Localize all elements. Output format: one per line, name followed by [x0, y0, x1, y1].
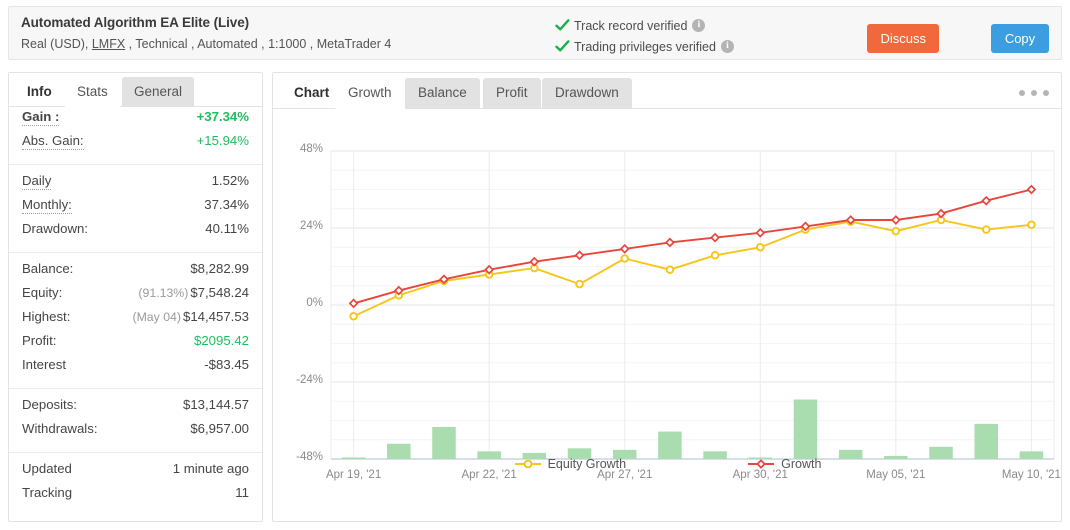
- tab-growth[interactable]: Growth: [335, 78, 405, 109]
- legend-swatch-growth: [748, 459, 775, 469]
- growth-chart: 48% 24% 0% -24% -48% Apr 19, '21 Apr 22, '21 A…: [273, 109, 1063, 521]
- page-title: Automated Algorithm EA Elite (Live): [21, 15, 250, 30]
- legend-swatch-equity-growth: [514, 459, 541, 469]
- broker-link[interactable]: LMFX: [92, 37, 125, 51]
- account-meta-post: , Technical , Automated , 1:1000 , MetaT…: [125, 37, 392, 51]
- verification-item: Trading privileges verified i: [555, 37, 734, 56]
- stat-label[interactable]: Monthly:: [22, 197, 72, 214]
- stat-label: Withdrawals:: [22, 421, 98, 436]
- stat-value: $14,457.53: [182, 309, 249, 324]
- stat-value: -$83.45: [204, 357, 249, 372]
- stat-value-note: (May 04): [132, 310, 181, 324]
- legend-item-equity-growth[interactable]: Equity Growth: [514, 457, 627, 471]
- stat-group-performance: Daily 1.52% Monthly: 37.34% Drawdown: 40…: [9, 164, 262, 245]
- stat-row-updated: Updated 1 minute ago: [22, 461, 249, 485]
- stat-label: Interest: [22, 357, 66, 372]
- stat-value: 40.11%: [205, 221, 249, 236]
- stat-value: +15.94%: [196, 133, 249, 148]
- verification-list: Track record verified i Trading privileg…: [555, 16, 734, 58]
- stat-value-wrap: (May 04) $14,457.53: [132, 309, 249, 324]
- stat-label: Balance:: [22, 261, 74, 276]
- stat-value: $7,548.24: [190, 285, 249, 300]
- stat-value-note: (91.13%): [138, 286, 189, 300]
- stat-label: Highest:: [22, 309, 71, 324]
- stat-row-daily: Daily 1.52%: [22, 173, 249, 197]
- verification-label: Track record verified: [574, 18, 688, 33]
- stat-label: Updated: [22, 461, 72, 476]
- copy-button[interactable]: Copy: [991, 24, 1049, 53]
- stat-group-gain: Gain : +37.34% Abs. Gain: +15.94%: [9, 107, 262, 157]
- stat-row-gain: Gain : +37.34%: [22, 109, 249, 133]
- legend-label: Growth: [781, 457, 822, 471]
- legend-item-growth[interactable]: Growth: [748, 457, 821, 471]
- stat-row-equity: Equity: (91.13%) $7,548.24: [22, 285, 249, 309]
- stat-label[interactable]: Gain :: [22, 109, 60, 126]
- stat-group-account: Balance: $8,282.99 Equity: (91.13%) $7,54…: [9, 252, 262, 381]
- info-icon[interactable]: i: [692, 19, 706, 32]
- stat-row-withdrawals: Withdrawals: $6,957.00: [22, 421, 249, 445]
- stat-value: $8,282.99: [190, 261, 249, 276]
- stat-label: Profit:: [22, 333, 57, 348]
- stat-value: $6,957.00: [190, 421, 249, 436]
- profile-header: Automated Algorithm EA Elite (Live) Real…: [8, 6, 1062, 60]
- stat-value: 11: [235, 485, 249, 500]
- stat-row-monthly: Monthly: 37.34%: [22, 197, 249, 221]
- tab-stats[interactable]: Stats: [65, 77, 120, 107]
- tab-info[interactable]: Info: [15, 77, 64, 107]
- stat-value-wrap: (91.13%) $7,548.24: [138, 285, 249, 300]
- stats-panel: Info Stats General Gain : +37.34% Abs. G…: [8, 72, 263, 522]
- stat-group-funding: Deposits: $13,144.57 Withdrawals: $6,957…: [9, 388, 262, 445]
- legend-label: Equity Growth: [547, 457, 627, 471]
- stat-row-tracking: Tracking 11: [22, 485, 249, 509]
- chart-tabs: Chart Growth Balance Profit Drawdown: [273, 73, 1061, 109]
- tab-general[interactable]: General: [122, 77, 195, 107]
- tab-drawdown[interactable]: Drawdown: [542, 78, 632, 109]
- account-meta-pre: Real (USD),: [21, 37, 92, 51]
- profile-page: Automated Algorithm EA Elite (Live) Real…: [0, 0, 1070, 530]
- stat-label[interactable]: Daily: [22, 173, 52, 190]
- stat-row-deposits: Deposits: $13,144.57: [22, 397, 249, 421]
- stat-value: +37.34%: [196, 109, 249, 124]
- tab-chart[interactable]: Chart: [281, 78, 342, 109]
- verification-label: Trading privileges verified: [574, 39, 716, 54]
- check-icon: [555, 18, 570, 33]
- account-meta: Real (USD), LMFX , Technical , Automated…: [21, 37, 391, 51]
- discuss-button[interactable]: Discuss: [867, 24, 939, 53]
- more-options-icon[interactable]: [1019, 86, 1049, 100]
- stat-row-interest: Interest -$83.45: [22, 357, 249, 381]
- stat-row-highest: Highest: (May 04) $14,457.53: [22, 309, 249, 333]
- stat-value: $2095.42: [193, 333, 249, 348]
- stat-row-drawdown: Drawdown: 40.11%: [22, 221, 249, 245]
- stat-label: Deposits:: [22, 397, 77, 412]
- y-axis-tick-label: -24%: [296, 374, 323, 386]
- tab-profit[interactable]: Profit: [483, 78, 541, 109]
- tab-balance[interactable]: Balance: [405, 78, 480, 109]
- y-axis-tick-label: 24%: [299, 220, 323, 232]
- stat-label: Drawdown:: [22, 221, 88, 236]
- verification-item: Track record verified i: [555, 16, 734, 35]
- check-icon: [555, 39, 570, 54]
- y-axis-tick-label: 48%: [299, 143, 323, 155]
- stat-label: Equity:: [22, 285, 63, 300]
- stat-row-profit: Profit: $2095.42: [22, 333, 249, 357]
- stat-label[interactable]: Abs. Gain:: [22, 133, 84, 150]
- stat-value: $13,144.57: [182, 397, 249, 412]
- stat-row-abs-gain: Abs. Gain: +15.94%: [22, 133, 249, 157]
- chart-panel: Chart Growth Balance Profit Drawdown 48%…: [272, 72, 1062, 522]
- stats-tabs: Info Stats General: [9, 73, 262, 107]
- stat-row-balance: Balance: $8,282.99: [22, 261, 249, 285]
- info-icon[interactable]: i: [720, 40, 734, 53]
- stat-value: 1 minute ago: [172, 461, 249, 476]
- stat-value: 37.34%: [204, 197, 249, 212]
- stat-group-meta: Updated 1 minute ago Tracking 11: [9, 452, 262, 509]
- y-axis-tick-label: 0%: [306, 297, 323, 309]
- stat-value: 1.52%: [211, 173, 249, 188]
- chart-legend: Equity Growth Growth: [273, 457, 1063, 471]
- stat-label: Tracking: [22, 485, 73, 500]
